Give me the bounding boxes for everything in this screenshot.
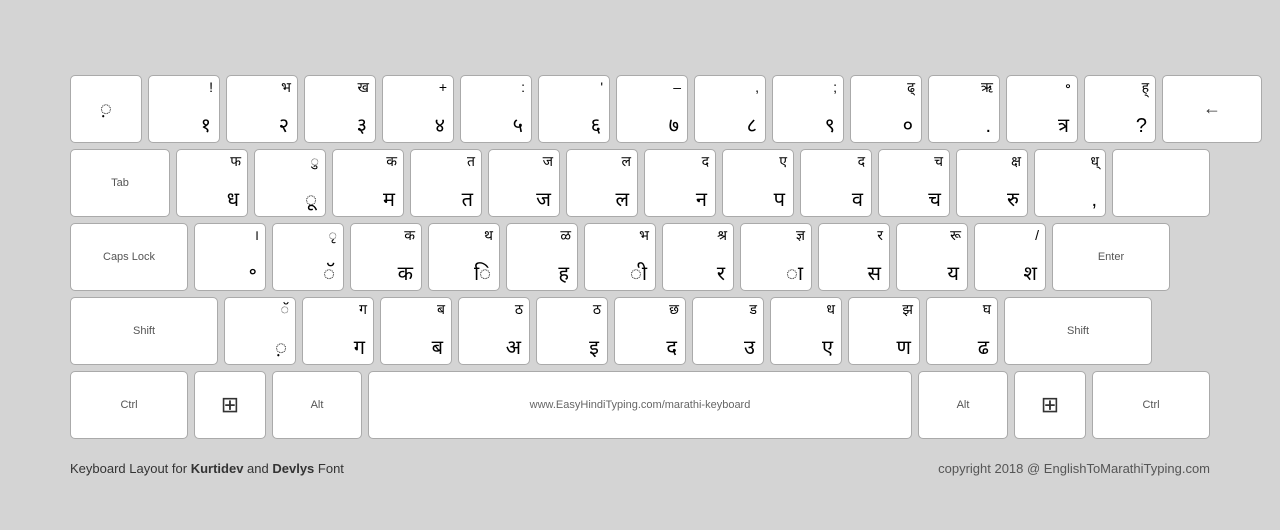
key-j[interactable]: श्र र [662,223,734,291]
key-5[interactable]: : ५ [460,75,532,143]
key-y[interactable]: ल ल [566,149,638,217]
key-slash[interactable]: घ ढ [926,297,998,365]
key-s[interactable]: ृ ॅ [272,223,344,291]
key-o[interactable]: द व [800,149,872,217]
left-alt-key[interactable]: Alt [272,371,362,439]
footer: Keyboard Layout for Kurtidev and Devlys … [40,455,1240,476]
key-bracket[interactable]: ह् ? [1084,75,1156,143]
enter-key[interactable]: Enter [1052,223,1170,291]
key-w[interactable]: ु ू [254,149,326,217]
key-equals[interactable]: ॰ त्र [1006,75,1078,143]
key-6[interactable]: ' ६ [538,75,610,143]
left-ctrl-key[interactable]: Ctrl [70,371,188,439]
key-row-5: Ctrl ⊞ Alt www.EasyHindiTyping.com/marat… [70,371,1210,439]
key-row-3: Caps Lock । ॰ ृ ॅ क क थ ि ळ ह भ ी श्र र [70,223,1210,291]
left-win-key[interactable]: ⊞ [194,371,266,439]
key-x[interactable]: ग ग [302,297,374,365]
right-shift-key[interactable]: Shift [1004,297,1152,365]
key-m[interactable]: ड उ [692,297,764,365]
caps-lock-key[interactable]: Caps Lock [70,223,188,291]
key-quote[interactable]: / श [974,223,1046,291]
key-u[interactable]: द न [644,149,716,217]
keyboard-container: ़ ! १ भ २ ख ३ + ४ : ५ ' ६ – ७ [40,55,1240,455]
key-a[interactable]: । ॰ [194,223,266,291]
backspace-key[interactable]: ← [1162,75,1262,143]
key-z[interactable]: ॅ ़ [224,297,296,365]
key-semicolon[interactable]: रू य [896,223,968,291]
key-7[interactable]: – ७ [616,75,688,143]
key-l[interactable]: र स [818,223,890,291]
key-open-bracket[interactable]: क्ष रु [956,149,1028,217]
right-alt-key[interactable]: Alt [918,371,1008,439]
key-i[interactable]: ए प [722,149,794,217]
key-r[interactable]: त त [410,149,482,217]
right-win-key[interactable]: ⊞ [1014,371,1086,439]
key-g[interactable]: ळ ह [506,223,578,291]
key-v[interactable]: ठ अ [458,297,530,365]
key-2[interactable]: भ २ [226,75,298,143]
key-k[interactable]: ज्ञ ा [740,223,812,291]
key-4[interactable]: + ४ [382,75,454,143]
key-9[interactable]: ; ९ [772,75,844,143]
key-n[interactable]: छ द [614,297,686,365]
windows-icon-left: ⊞ [221,392,239,418]
key-backtick[interactable]: ़ [70,75,142,143]
key-c[interactable]: ब ब [380,297,452,365]
right-ctrl-key[interactable]: Ctrl [1092,371,1210,439]
key-f[interactable]: थ ि [428,223,500,291]
tab-key[interactable]: Tab [70,149,170,217]
key-b[interactable]: ठ इ [536,297,608,365]
key-backslash[interactable] [1112,149,1210,217]
key-3[interactable]: ख ३ [304,75,376,143]
footer-right: copyright 2018 @ EnglishToMarathiTyping.… [938,461,1210,476]
key-h[interactable]: भ ी [584,223,656,291]
spacebar-key[interactable]: www.EasyHindiTyping.com/marathi-keyboard [368,371,912,439]
key-period[interactable]: झ ण [848,297,920,365]
left-shift-key[interactable]: Shift [70,297,218,365]
footer-left: Keyboard Layout for Kurtidev and Devlys … [70,461,344,476]
key-d[interactable]: क क [350,223,422,291]
key-row-1: ़ ! १ भ २ ख ३ + ४ : ५ ' ६ – ७ [70,75,1210,143]
windows-icon-right: ⊞ [1041,392,1059,418]
key-close-bracket[interactable]: ध् , [1034,149,1106,217]
key-1[interactable]: ! १ [148,75,220,143]
key-minus[interactable]: ऋ . [928,75,1000,143]
key-e[interactable]: क म [332,149,404,217]
key-row-4: Shift ॅ ़ ग ग ब ब ठ अ ठ इ छ द ड उ [70,297,1210,365]
key-0[interactable]: ढ् ० [850,75,922,143]
key-8[interactable]: , ८ [694,75,766,143]
key-q[interactable]: फ ध [176,149,248,217]
key-comma[interactable]: ध ए [770,297,842,365]
key-p[interactable]: च च [878,149,950,217]
key-row-2: Tab फ ध ु ू क म त त ज ज ल ल द न [70,149,1210,217]
key-t[interactable]: ज ज [488,149,560,217]
